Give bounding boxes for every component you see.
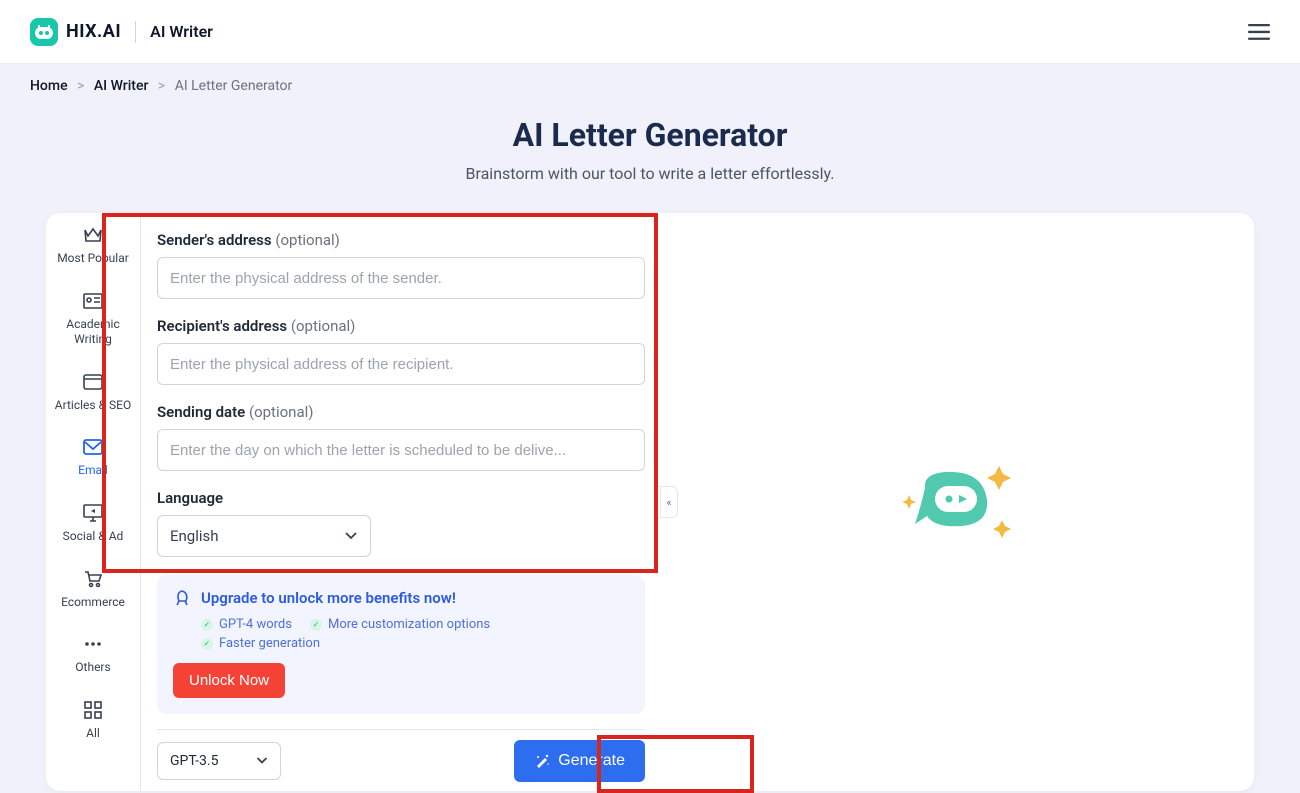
upgrade-banner: Upgrade to unlock more benefits now! ✓GP… [157, 575, 645, 714]
sidebar-item-most-popular[interactable]: Most Popular [46, 213, 140, 279]
header-divider [135, 21, 136, 43]
breadcrumb-sep: > [77, 78, 84, 94]
menu-icon[interactable] [1248, 24, 1270, 40]
category-sidebar: Most Popular Academic Writing Articles &… [46, 213, 141, 791]
form-footer: GPT-3.5 Generate [157, 729, 645, 791]
product-name: AI Writer [150, 22, 213, 41]
recipient-input[interactable] [157, 343, 645, 385]
date-label: Sending date (optional) [157, 403, 645, 421]
field-sending-date: Sending date (optional) [157, 403, 645, 471]
logo-icon [30, 18, 58, 46]
form-panel: Sender's address (optional) Recipient's … [141, 213, 661, 791]
page-title: AI Letter Generator [0, 116, 1300, 154]
field-recipient-address: Recipient's address (optional) [157, 317, 645, 385]
form-scroll: Sender's address (optional) Recipient's … [157, 213, 645, 729]
monitor-icon [83, 503, 103, 523]
email-icon [83, 437, 103, 457]
chevron-left-icon: « [666, 496, 671, 509]
sidebar-item-label: Others [75, 660, 110, 676]
upgrade-title: Upgrade to unlock more benefits now! [201, 589, 456, 607]
page-subtitle: Brainstorm with our tool to write a lett… [0, 164, 1300, 183]
check-icon: ✓ [201, 619, 213, 631]
upgrade-benefits: ✓GPT-4 words ✓More customization options… [173, 617, 629, 651]
breadcrumb: Home > AI Writer > AI Letter Generator [0, 64, 1300, 108]
sidebar-item-others[interactable]: Others [46, 622, 140, 688]
sidebar-item-email[interactable]: Email [46, 425, 140, 491]
cart-icon [83, 569, 103, 589]
sidebar-item-articles[interactable]: Articles & SEO [46, 360, 140, 426]
sidebar-item-academic[interactable]: Academic Writing [46, 279, 140, 360]
sidebar-item-label: Academic Writing [50, 317, 136, 348]
page-heading: AI Letter Generator Brainstorm with our … [0, 108, 1300, 195]
model-select[interactable]: GPT-3.5 [157, 742, 281, 780]
chevron-down-icon [344, 532, 358, 540]
dots-icon [83, 634, 103, 654]
field-sender-address: Sender's address (optional) [157, 231, 645, 299]
app-header: HIX.AI AI Writer [0, 0, 1300, 64]
model-value: GPT-3.5 [170, 753, 218, 769]
sidebar-item-all[interactable]: All [46, 688, 140, 754]
sidebar-item-ecommerce[interactable]: Ecommerce [46, 557, 140, 623]
chevron-down-icon [256, 757, 268, 764]
grid-icon [83, 700, 103, 720]
benefit-item: ✓GPT-4 words [201, 617, 292, 632]
language-select[interactable]: English [157, 515, 371, 557]
logo[interactable]: HIX.AI [30, 18, 121, 46]
sender-input[interactable] [157, 257, 645, 299]
benefit-item: ✓More customization options [310, 617, 490, 632]
main-card: Most Popular Academic Writing Articles &… [46, 213, 1254, 791]
sidebar-item-social[interactable]: Social & Ad [46, 491, 140, 557]
sidebar-item-label: All [86, 726, 100, 742]
check-icon: ✓ [310, 619, 322, 631]
header-left: HIX.AI AI Writer [30, 18, 213, 46]
breadcrumb-current: AI Letter Generator [175, 78, 293, 94]
breadcrumb-home[interactable]: Home [30, 78, 68, 94]
recipient-label: Recipient's address (optional) [157, 317, 645, 335]
benefit-item: ✓Faster generation [201, 636, 629, 651]
sidebar-item-label: Articles & SEO [55, 398, 131, 414]
wand-icon [534, 753, 550, 769]
crown-icon [83, 225, 103, 245]
unlock-button[interactable]: Unlock Now [173, 663, 285, 698]
breadcrumb-section[interactable]: AI Writer [94, 78, 149, 94]
date-input[interactable] [157, 429, 645, 471]
brand-text: HIX.AI [66, 21, 121, 42]
id-card-icon [83, 291, 103, 311]
rocket-icon [173, 589, 191, 607]
generate-label: Generate [558, 752, 625, 770]
generate-button[interactable]: Generate [514, 740, 645, 782]
sidebar-item-label: Social & Ad [63, 529, 124, 545]
breadcrumb-sep: > [158, 78, 165, 94]
mascot-illustration [903, 462, 1013, 542]
sidebar-item-label: Ecommerce [61, 595, 125, 611]
sidebar-item-label: Email [78, 463, 108, 479]
sender-label: Sender's address (optional) [157, 231, 645, 249]
check-icon: ✓ [201, 638, 213, 650]
field-language: Language English [157, 489, 645, 557]
browser-icon [83, 372, 103, 392]
collapse-button[interactable]: « [660, 486, 678, 518]
sidebar-item-label: Most Popular [57, 251, 129, 267]
language-value: English [170, 527, 219, 545]
output-panel: « [661, 213, 1254, 791]
upgrade-heading: Upgrade to unlock more benefits now! [173, 589, 629, 607]
language-label: Language [157, 489, 645, 507]
